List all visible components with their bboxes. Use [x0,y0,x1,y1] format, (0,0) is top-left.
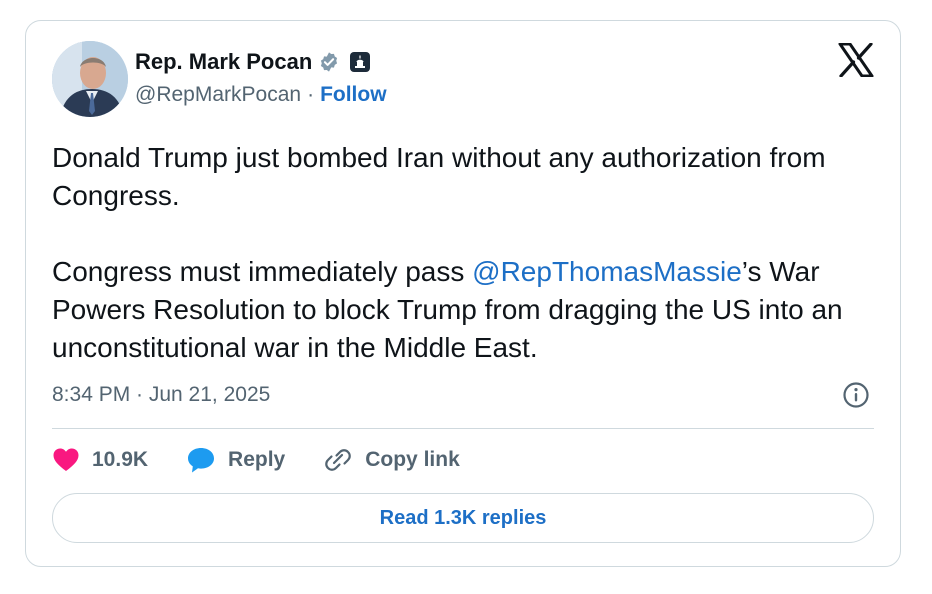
copy-link-button[interactable]: Copy link [323,446,460,474]
reply-label: Reply [228,448,286,471]
copy-link-label: Copy link [365,448,460,471]
mention-link[interactable]: @RepThomasMassie [472,256,742,287]
read-replies-button[interactable]: Read 1.3K replies [52,493,874,543]
tweet-timestamp[interactable]: 8:34 PM · Jun 21, 2025 [52,383,270,407]
government-badge-icon [350,52,371,72]
like-button[interactable]: 10.9K [52,447,148,473]
tweet-text-segment: Congress must immediately pass [52,256,473,287]
verified-badge-icon [318,51,340,73]
action-bar: 10.9K Reply Copy link [52,446,498,474]
tweet-paragraph-2: Congress must immediately pass @RepThoma… [52,253,872,367]
tweet-text: Donald Trump just bombed Iran without an… [52,139,872,367]
tweet-paragraph-1: Donald Trump just bombed Iran without an… [52,142,826,211]
heart-icon [53,448,79,471]
info-icon[interactable] [842,381,870,409]
follow-link[interactable]: Follow [320,83,387,107]
separator-dot: · [307,83,315,106]
handle-row: @RepMarkPocan · Follow [135,83,387,107]
speech-bubble-icon [188,448,215,473]
author-name-row: Rep. Mark Pocan [135,49,371,75]
avatar[interactable] [52,41,128,117]
reply-button[interactable]: Reply [186,446,285,474]
author-name[interactable]: Rep. Mark Pocan [135,49,312,75]
author-handle[interactable]: @RepMarkPocan [135,83,301,107]
x-logo-icon[interactable] [838,42,874,78]
divider [52,428,874,429]
embedded-tweet-card: Rep. Mark Pocan @RepMarkPocan · Follow D… [25,20,901,567]
link-icon [325,449,352,471]
like-count: 10.9K [92,448,149,471]
